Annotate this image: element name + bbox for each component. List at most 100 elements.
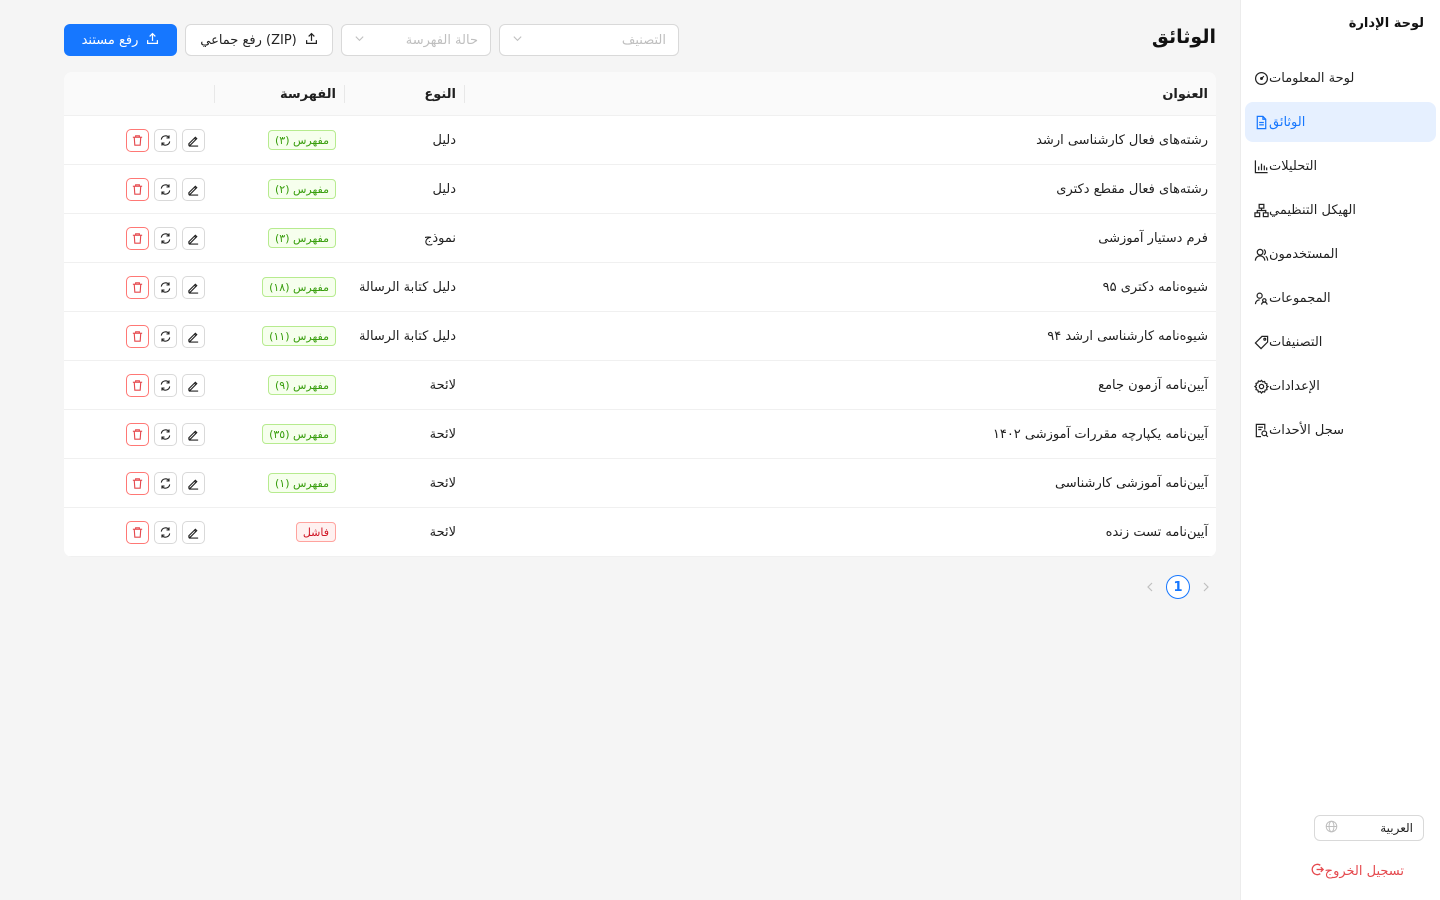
delete-button[interactable] xyxy=(126,129,149,152)
edit-icon xyxy=(187,134,200,147)
edit-button[interactable] xyxy=(182,178,205,201)
document-title: شیوه‌نامه کارشناسی ارشد ۹۴ xyxy=(1047,328,1208,344)
language-select[interactable]: العربية xyxy=(1314,815,1424,841)
delete-button[interactable] xyxy=(126,325,149,348)
document-title: آیین‌نامه یکپارچه مقررات آموزشی ۱۴۰۲ xyxy=(992,426,1208,442)
document-title: آیین‌نامه آموزشی کارشناسی xyxy=(1054,475,1208,491)
edit-button[interactable] xyxy=(182,276,205,299)
sidebar-item-tag[interactable]: التصنيفات xyxy=(1245,322,1436,362)
page-number-button[interactable]: 1 xyxy=(1166,575,1190,599)
index-status-cell: مفهرس (٩) xyxy=(267,361,336,409)
reindex-button[interactable] xyxy=(154,129,177,152)
delete-button[interactable] xyxy=(126,423,149,446)
refresh-icon xyxy=(159,232,172,245)
audit-log-icon xyxy=(1253,422,1269,438)
upload-label: رفع مستند xyxy=(81,32,139,48)
table-body: رشته‌های فعال کارشناسی ارشد دليل مفهرس (٣)… xyxy=(64,116,1216,557)
delete-button[interactable] xyxy=(126,178,149,201)
table-row: فرم دستیار آموزشی نموذج مفهرس (٣) xyxy=(64,214,1216,263)
refresh-icon xyxy=(159,526,172,539)
delete-button[interactable] xyxy=(126,472,149,495)
edit-button[interactable] xyxy=(182,472,205,495)
chevron-left-icon xyxy=(1147,582,1153,592)
category-placeholder: التصنيف xyxy=(621,32,666,48)
sidebar-item-users[interactable]: المستخدمون xyxy=(1245,234,1436,274)
prev-page-button[interactable] xyxy=(1140,575,1160,599)
delete-button[interactable] xyxy=(126,374,149,397)
gear-icon xyxy=(1253,378,1269,394)
edit-button[interactable] xyxy=(182,521,205,544)
status-badge: مفهرس (١٨) xyxy=(262,277,336,297)
logout-button[interactable]: تسجيل الخروج xyxy=(1310,862,1414,881)
toolbar: رفع مستند رفع جماعي (ZIP) حالة الفهرسة ا… xyxy=(64,24,679,56)
reindex-button[interactable] xyxy=(154,374,177,397)
index-status-cell: مفهرس (٢) xyxy=(267,165,336,213)
index-status-cell: فاشل xyxy=(295,508,336,556)
chevron-down-icon xyxy=(354,33,365,48)
groups-icon xyxy=(1253,290,1269,306)
edit-icon xyxy=(187,379,200,392)
chevron-down-icon xyxy=(512,33,523,48)
upload-icon xyxy=(146,32,159,49)
reindex-button[interactable] xyxy=(154,472,177,495)
status-badge: مفهرس (٣٥) xyxy=(262,424,336,444)
sidebar-item-gear[interactable]: الإعدادات xyxy=(1245,366,1436,406)
globe-icon xyxy=(1325,820,1338,836)
refresh-icon xyxy=(159,477,172,490)
index-status-cell: مفهرس (٣) xyxy=(267,116,336,164)
sidebar-item-bar-chart[interactable]: التحليلات xyxy=(1245,146,1436,186)
sidebar-item-org-chart[interactable]: الهيكل التنظيمي xyxy=(1245,190,1436,230)
bulk-upload-button[interactable]: رفع جماعي (ZIP) xyxy=(185,24,333,56)
reindex-button[interactable] xyxy=(154,423,177,446)
sidebar-item-audit-log[interactable]: سجل الأحداث xyxy=(1245,410,1436,450)
edit-icon xyxy=(187,477,200,490)
trash-icon xyxy=(131,281,144,294)
edit-button[interactable] xyxy=(182,227,205,250)
table-row: آیین‌نامه آزمون جامع لائحة مفهرس (٩) xyxy=(64,361,1216,410)
refresh-icon xyxy=(159,281,172,294)
upload-document-button[interactable]: رفع مستند xyxy=(64,24,177,56)
document-title: شیوه‌نامه دکتری ۹۵ xyxy=(1102,279,1208,295)
trash-icon xyxy=(131,183,144,196)
sidebar: لوحة الإدارة لوحة المعلومات الوثائق التحلي… xyxy=(1240,0,1440,900)
status-badge: مفهرس (١) xyxy=(267,473,336,493)
document-title: رشته‌های فعال مقطع دکتری xyxy=(1056,181,1208,197)
sidebar-item-label: لوحة المعلومات xyxy=(1269,70,1355,86)
edit-button[interactable] xyxy=(182,374,205,397)
index-status-select[interactable]: حالة الفهرسة xyxy=(341,24,491,56)
reindex-button[interactable] xyxy=(154,276,177,299)
org-chart-icon xyxy=(1253,202,1269,218)
reindex-button[interactable] xyxy=(154,178,177,201)
delete-button[interactable] xyxy=(126,227,149,250)
trash-icon xyxy=(131,526,144,539)
sidebar-item-dashboard[interactable]: لوحة المعلومات xyxy=(1245,58,1436,98)
category-select[interactable]: التصنيف xyxy=(499,24,679,56)
status-badge: فاشل xyxy=(295,522,336,542)
document-type: دليل كتابة الرسالة xyxy=(359,279,456,295)
users-icon xyxy=(1253,246,1269,262)
reindex-button[interactable] xyxy=(154,521,177,544)
document-type: دليل xyxy=(432,132,456,148)
edit-button[interactable] xyxy=(182,325,205,348)
table-row: شیوه‌نامه کارشناسی ارشد ۹۴ دليل كتابة الر… xyxy=(64,312,1216,361)
sidebar-item-groups[interactable]: المجموعات xyxy=(1245,278,1436,318)
sidebar-item-label: التحليلات xyxy=(1269,158,1318,174)
reindex-button[interactable] xyxy=(154,325,177,348)
column-header-index: الفهرسة xyxy=(279,86,336,102)
language-label: العربية xyxy=(1380,821,1413,835)
sidebar-item-document[interactable]: الوثائق xyxy=(1245,102,1436,142)
refresh-icon xyxy=(159,330,172,343)
next-page-button[interactable] xyxy=(1196,575,1216,599)
edit-icon xyxy=(187,232,200,245)
index-status-cell: مفهرس (١١) xyxy=(262,312,336,360)
edit-button[interactable] xyxy=(182,423,205,446)
edit-button[interactable] xyxy=(182,129,205,152)
status-badge: مفهرس (٣) xyxy=(267,130,336,150)
bulk-upload-label: رفع جماعي (ZIP) xyxy=(200,32,297,48)
document-type: دليل كتابة الرسالة xyxy=(359,328,456,344)
reindex-button[interactable] xyxy=(154,227,177,250)
refresh-icon xyxy=(159,183,172,196)
delete-button[interactable] xyxy=(126,521,149,544)
trash-icon xyxy=(131,134,144,147)
delete-button[interactable] xyxy=(126,276,149,299)
